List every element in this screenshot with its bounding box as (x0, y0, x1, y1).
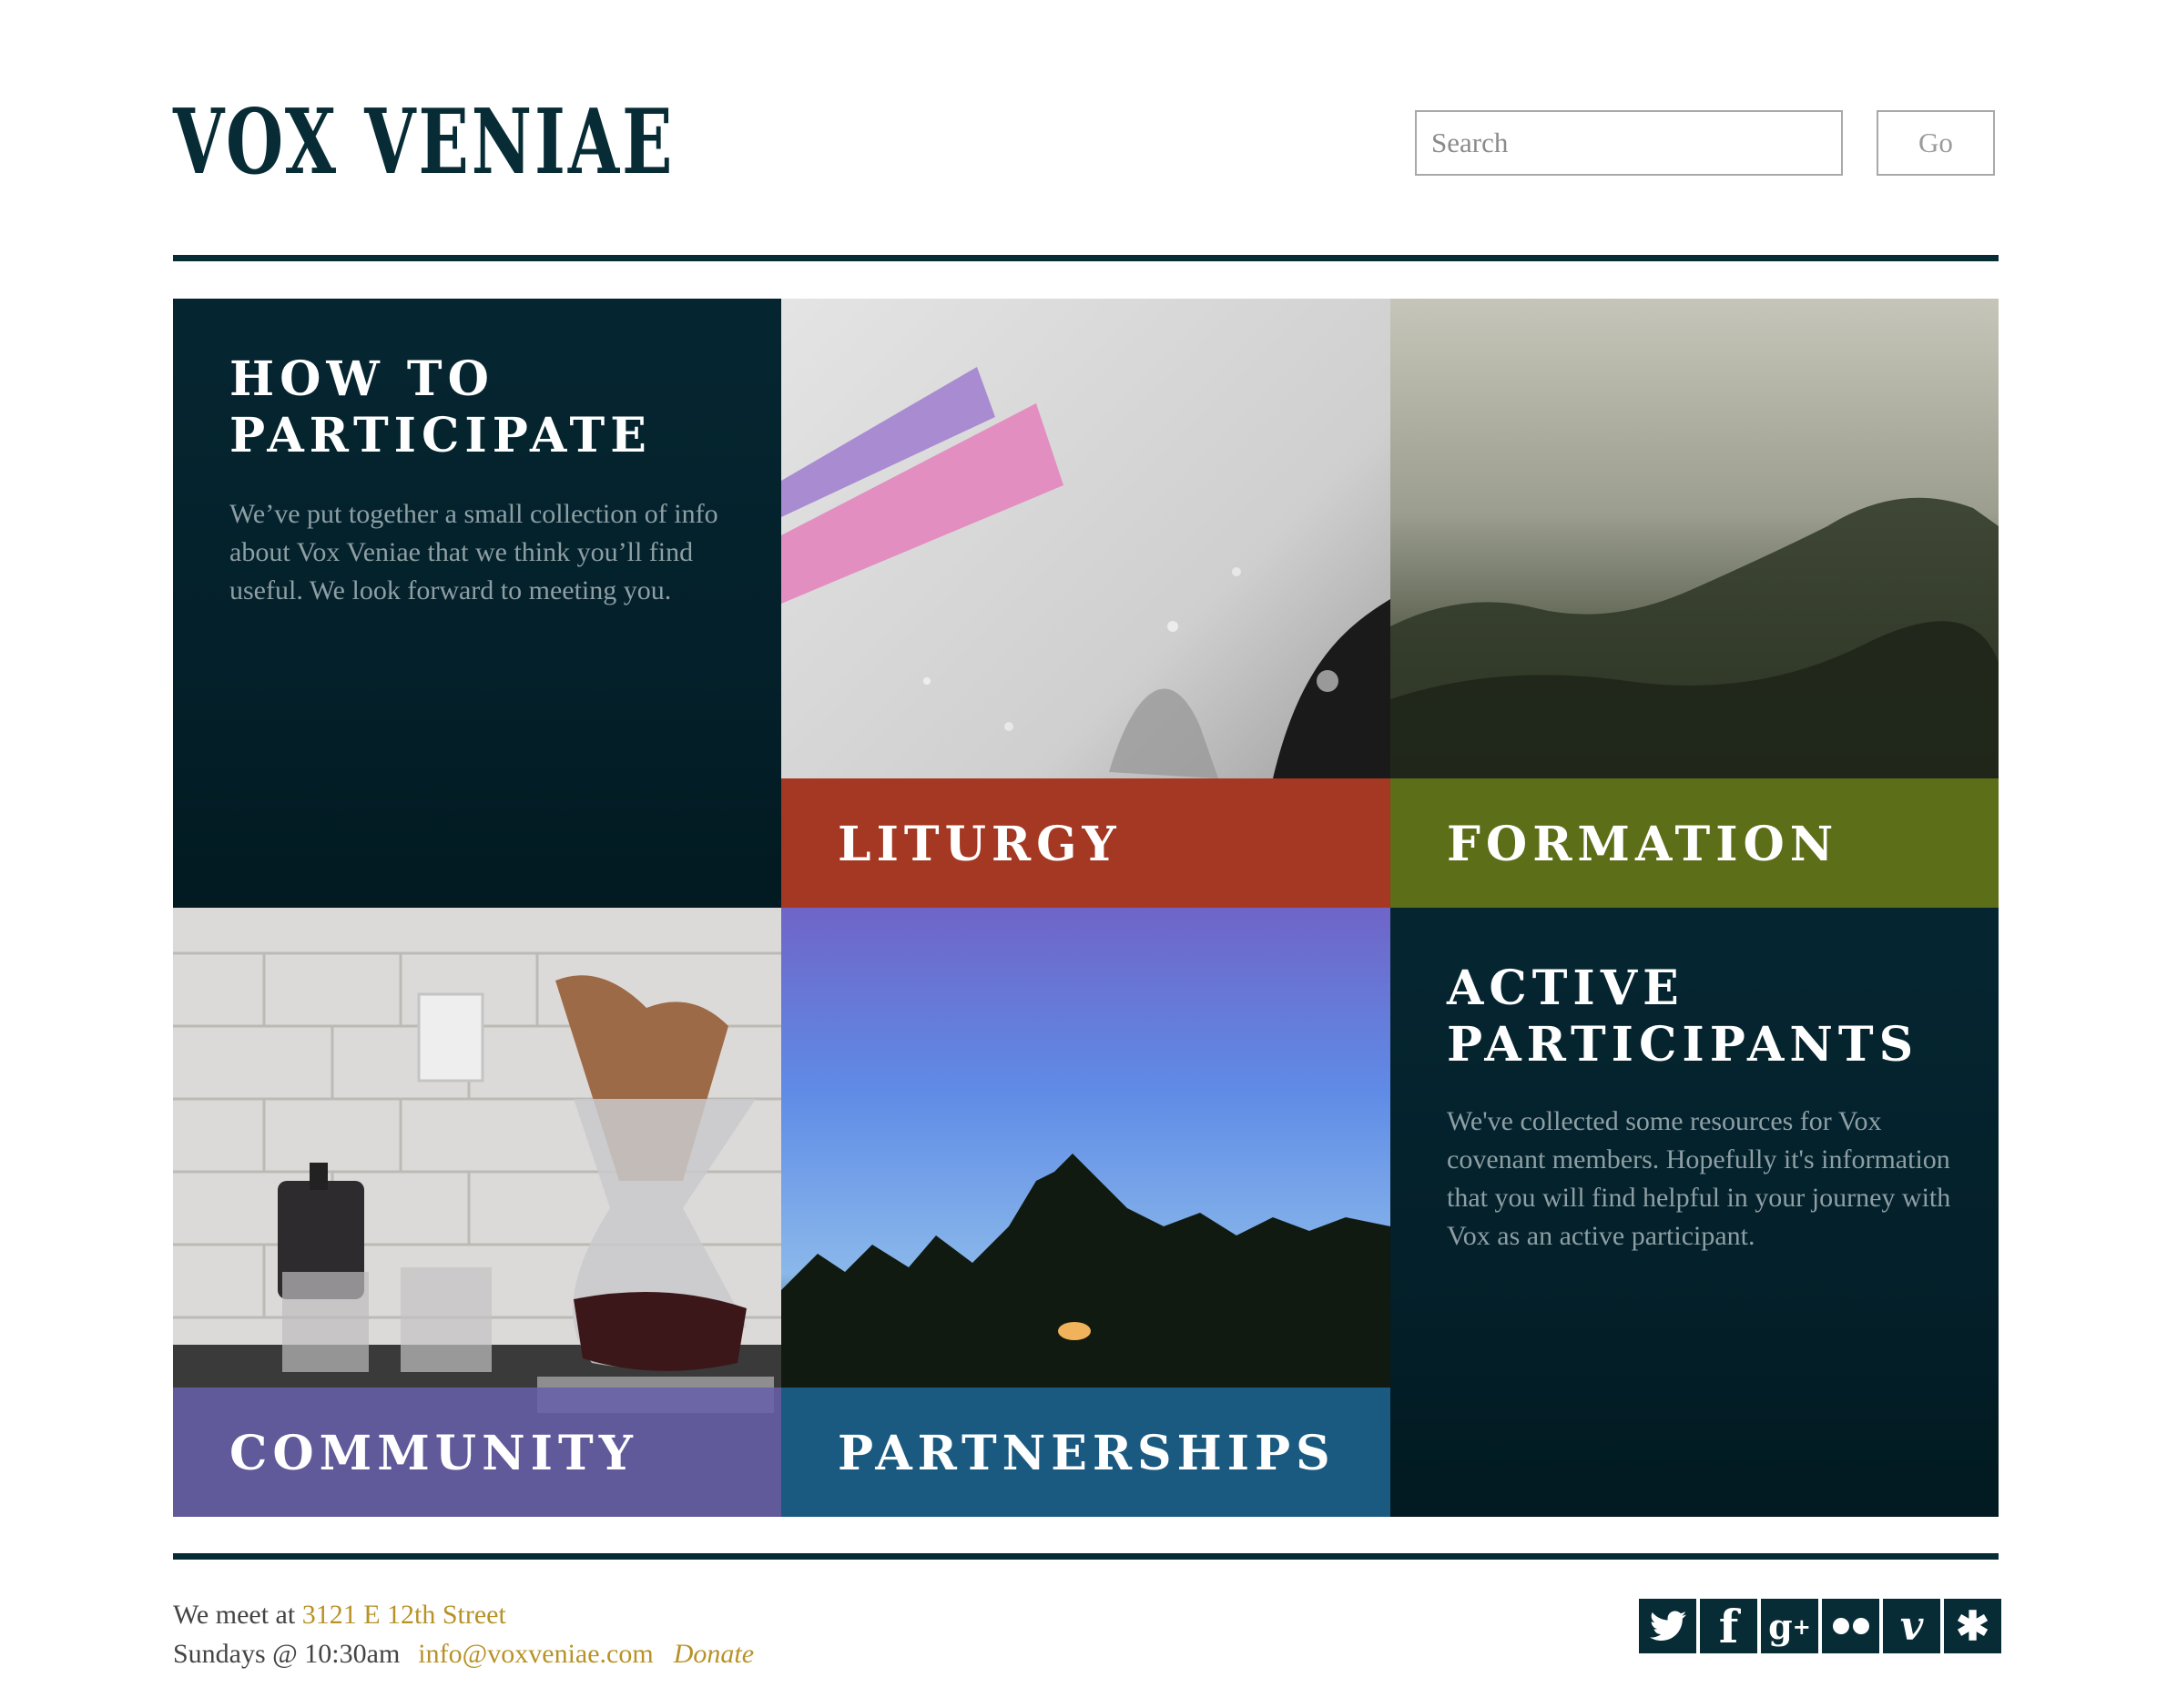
tile-liturgy[interactable]: LITURGY (781, 299, 1390, 908)
tile-grid: HOW TO PARTICIPATE We’ve put together a … (173, 299, 1999, 1517)
yelp-icon[interactable]: ✱ (1944, 1599, 2001, 1653)
tile-band: COMMUNITY (173, 1388, 781, 1517)
page: VOX VENIAE Go HOW TO PARTICIPATE We’ve p… (0, 0, 2167, 1708)
google-plus-icon[interactable]: g + (1761, 1599, 1818, 1653)
tile-band: LITURGY (781, 778, 1390, 908)
tile-title: HOW TO PARTICIPATE (229, 351, 652, 463)
tile-how-to-participate[interactable]: HOW TO PARTICIPATE We’ve put together a … (173, 299, 781, 908)
facebook-icon[interactable]: f (1700, 1599, 1757, 1653)
vimeo-icon[interactable]: v (1883, 1599, 1940, 1653)
tile-band: PARTNERSHIPS (781, 1388, 1390, 1517)
search-go-button[interactable]: Go (1877, 110, 1995, 176)
footer-divider (173, 1553, 1999, 1560)
tile-partnerships[interactable]: PARTNERSHIPS (781, 908, 1390, 1517)
tile-description: We’ve put together a small collection of… (229, 499, 718, 605)
tile-title: ACTIVE PARTICIPANTS (1447, 961, 1919, 1073)
twitter-icon[interactable] (1639, 1599, 1696, 1653)
email-link[interactable]: info@voxveniae.com (418, 1639, 653, 1669)
social-links: f g + v ✱ (1639, 1599, 2001, 1653)
tile-formation[interactable]: FORMATION (1390, 299, 1999, 908)
header-divider (173, 255, 1999, 261)
address-link[interactable]: 3121 E 12th Street (302, 1600, 506, 1630)
search-input[interactable] (1415, 110, 1843, 176)
tile-label: COMMUNITY (229, 1426, 638, 1481)
tile-active-participants[interactable]: ACTIVE PARTICIPANTS We've collected some… (1390, 908, 1999, 1517)
footer-address-line: We meet at 3121 E 12th Street (173, 1597, 506, 1633)
tile-community[interactable]: COMMUNITY (173, 908, 781, 1517)
footer-meet-prefix: We meet at (173, 1600, 296, 1630)
tile-label: FORMATION (1447, 817, 1839, 872)
tile-label: PARTNERSHIPS (838, 1426, 1336, 1481)
tile-label: LITURGY (838, 817, 1122, 872)
footer-contact-line: Sundays @ 10:30am info@voxveniae.com Donat… (173, 1636, 754, 1672)
donate-link[interactable]: Donate (674, 1639, 754, 1669)
site-logo[interactable]: VOX VENIAE (173, 89, 675, 197)
tile-description: We've collected some resources for Vox c… (1447, 1106, 1951, 1251)
flickr-icon[interactable] (1822, 1599, 1879, 1653)
footer-schedule: Sundays @ 10:30am (173, 1639, 401, 1669)
tile-band: FORMATION (1390, 778, 1999, 908)
